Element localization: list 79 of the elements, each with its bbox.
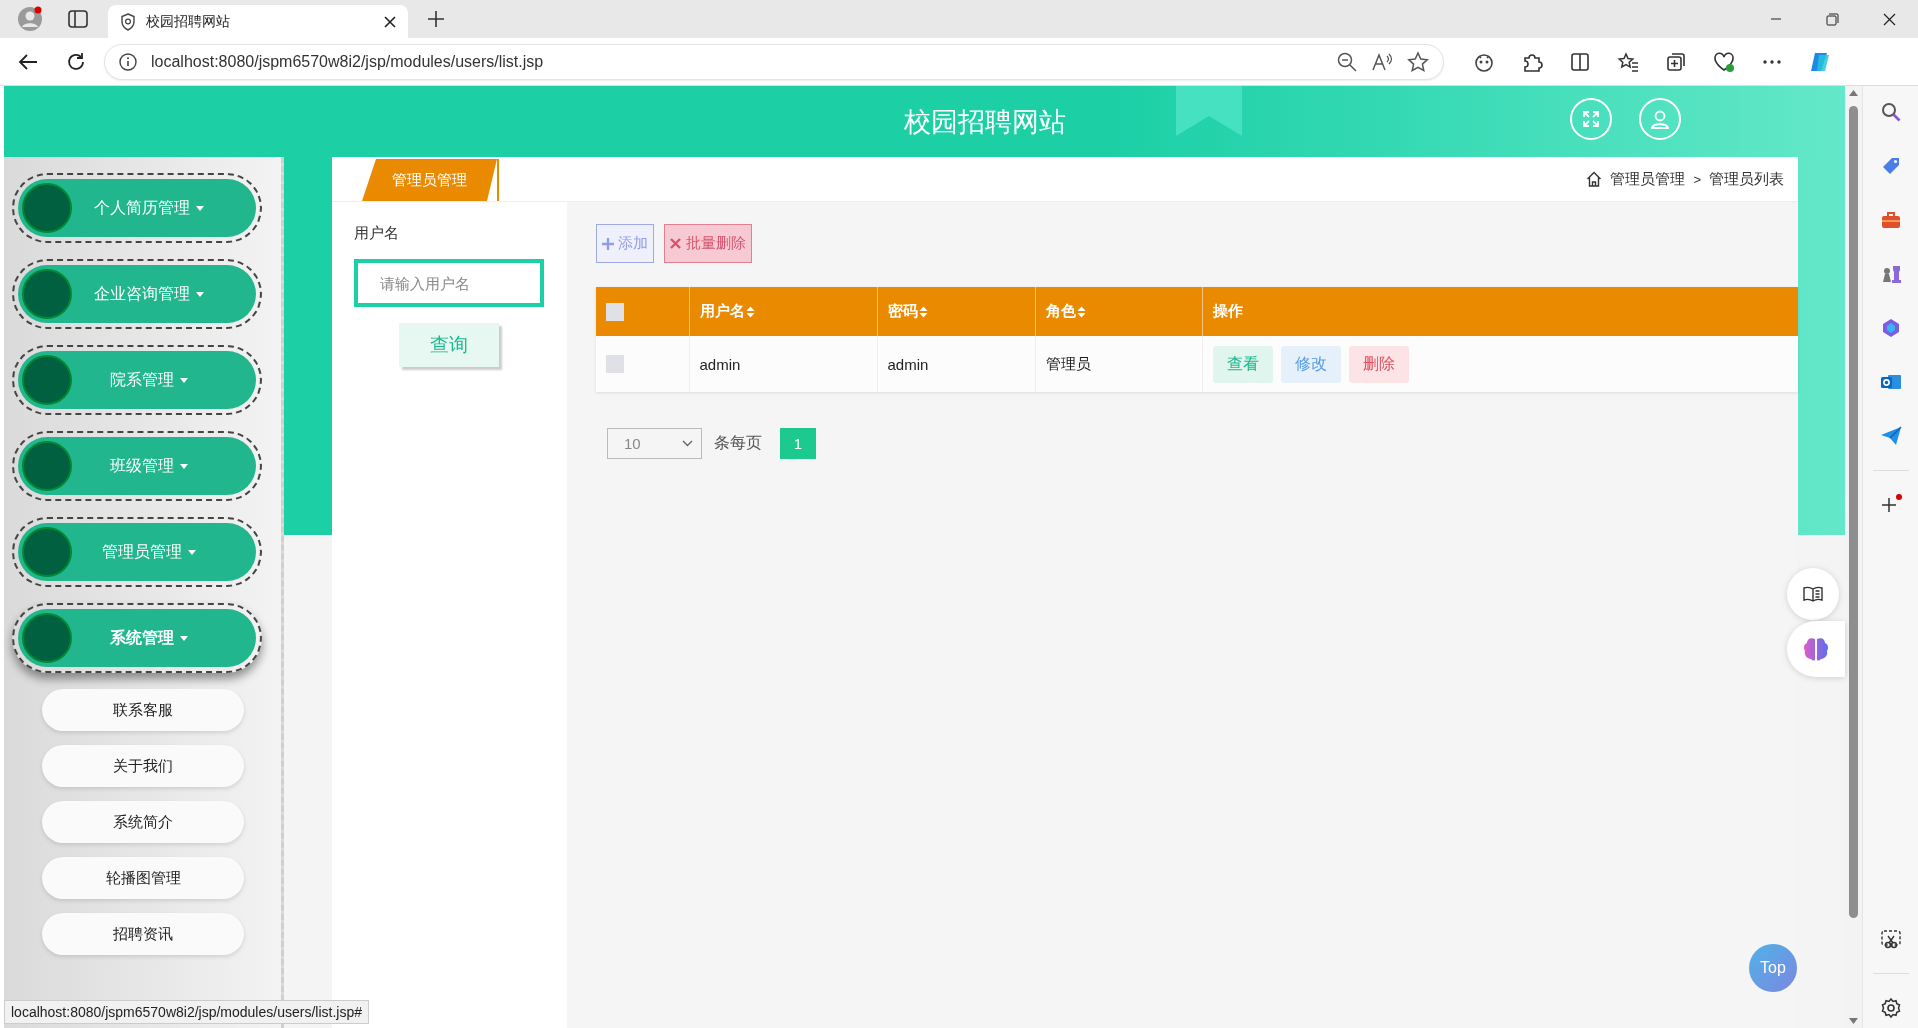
username-field[interactable]: 请输入用户名 — [354, 259, 544, 307]
settings-icon[interactable] — [1879, 997, 1902, 1019]
column-header[interactable]: 密码 — [877, 287, 1035, 336]
submenu-item[interactable]: 联系客服 — [42, 689, 244, 731]
split-screen-icon[interactable] — [1569, 50, 1591, 73]
address-field[interactable]: localhost:8080/jspm6570w8i2/jsp/modules/users/list.jsp — [104, 43, 1444, 80]
breadcrumb-item[interactable]: 管理员列表 — [1709, 169, 1784, 189]
ribbon-icon — [1176, 86, 1242, 136]
submenu-item[interactable]: 关于我们 — [42, 745, 244, 787]
scroll-down-icon[interactable] — [1849, 1018, 1858, 1024]
sort-icon — [1076, 305, 1086, 318]
tab-actions-icon[interactable] — [68, 10, 88, 28]
sort-icon — [918, 305, 928, 318]
column-header[interactable]: 用户名 — [689, 287, 877, 336]
back-icon[interactable] — [18, 52, 38, 71]
toolbox-icon[interactable] — [1879, 209, 1902, 231]
shield-icon — [120, 12, 136, 31]
plus-icon — [602, 237, 614, 250]
page-tab[interactable]: 管理员管理 — [362, 159, 497, 201]
screenshot-icon[interactable] — [1879, 928, 1902, 950]
menu-button[interactable]: 系统管理 — [18, 609, 256, 667]
page-size-select[interactable]: 10 — [607, 428, 702, 459]
add-button[interactable]: 添加 — [596, 224, 654, 263]
page-size-label: 条每页 — [714, 433, 762, 453]
checkbox[interactable] — [606, 355, 624, 373]
submenu-item[interactable]: 系统简介 — [42, 801, 244, 843]
page-button[interactable]: 1 — [780, 428, 816, 459]
expand-icon — [1581, 109, 1601, 129]
send-icon[interactable] — [1879, 425, 1902, 447]
heart-pulse-icon[interactable] — [1713, 50, 1735, 73]
info-icon[interactable] — [119, 52, 137, 71]
view-button[interactable]: 查看 — [1212, 345, 1273, 383]
close-icon[interactable] — [1883, 12, 1896, 26]
book-icon — [1803, 586, 1823, 602]
new-tab-icon[interactable] — [427, 10, 445, 28]
site-title: 校园招聘网站 — [903, 105, 1066, 139]
search-button[interactable]: 查询 — [399, 323, 499, 367]
submenu-item[interactable]: 招聘资讯 — [42, 913, 244, 955]
table-cell: admin — [689, 336, 877, 392]
table-cell: admin — [877, 336, 1035, 392]
star-icon[interactable] — [1407, 50, 1429, 73]
checkbox[interactable] — [606, 302, 624, 321]
edit-button[interactable]: 修改 — [1280, 345, 1341, 383]
column-header[interactable]: 角色 — [1035, 287, 1202, 336]
menu-button[interactable]: 班级管理 — [18, 437, 256, 495]
search-icon[interactable] — [1879, 101, 1902, 123]
field-label: 用户名 — [354, 224, 400, 243]
tab-title: 校园招聘网站 — [146, 12, 231, 31]
menu-button[interactable]: 个人简历管理 — [18, 179, 256, 237]
collections-icon[interactable] — [1665, 50, 1687, 73]
menu-button[interactable]: 企业咨询管理 — [18, 265, 256, 323]
read-aloud-icon[interactable] — [1371, 51, 1393, 72]
zoom-out-icon[interactable] — [1337, 51, 1357, 72]
scrollbar[interactable] — [1845, 86, 1862, 1028]
url-text: localhost:8080/jspm6570w8i2/jsp/modules/users/list.jsp — [151, 52, 545, 71]
sort-icon — [745, 305, 755, 318]
chevron-down-icon — [682, 440, 693, 447]
profile-icon[interactable] — [17, 6, 43, 32]
submenu-item[interactable]: 轮播图管理 — [42, 857, 244, 899]
home-icon — [1586, 171, 1603, 187]
column-header: 操作 — [1202, 287, 1798, 336]
assistant-button[interactable] — [1787, 621, 1845, 677]
menu-button[interactable]: 管理员管理 — [18, 523, 256, 581]
menu-button[interactable]: 院系管理 — [18, 351, 256, 409]
brain-icon — [1802, 636, 1830, 662]
scroll-up-icon[interactable] — [1849, 90, 1858, 96]
refresh-icon[interactable] — [66, 51, 86, 72]
breadcrumb-separator: > — [1693, 171, 1701, 187]
close-icon[interactable] — [384, 15, 396, 28]
status-url: localhost:8080/jspm6570w8i2/jsp/modules/users/list.jsp# — [4, 1000, 369, 1024]
batch-delete-button[interactable]: 批量删除 — [664, 224, 752, 263]
delete-button[interactable]: 删除 — [1348, 345, 1409, 383]
restore-icon[interactable] — [1826, 12, 1839, 26]
favorites-icon[interactable] — [1617, 50, 1639, 73]
browser-tab[interactable]: 校园招聘网站 — [108, 5, 408, 38]
breadcrumb-item[interactable]: 管理员管理 — [1610, 169, 1686, 189]
table-cell: 管理员 — [1035, 336, 1202, 392]
close-icon — [670, 237, 682, 250]
user-icon — [1649, 108, 1671, 130]
